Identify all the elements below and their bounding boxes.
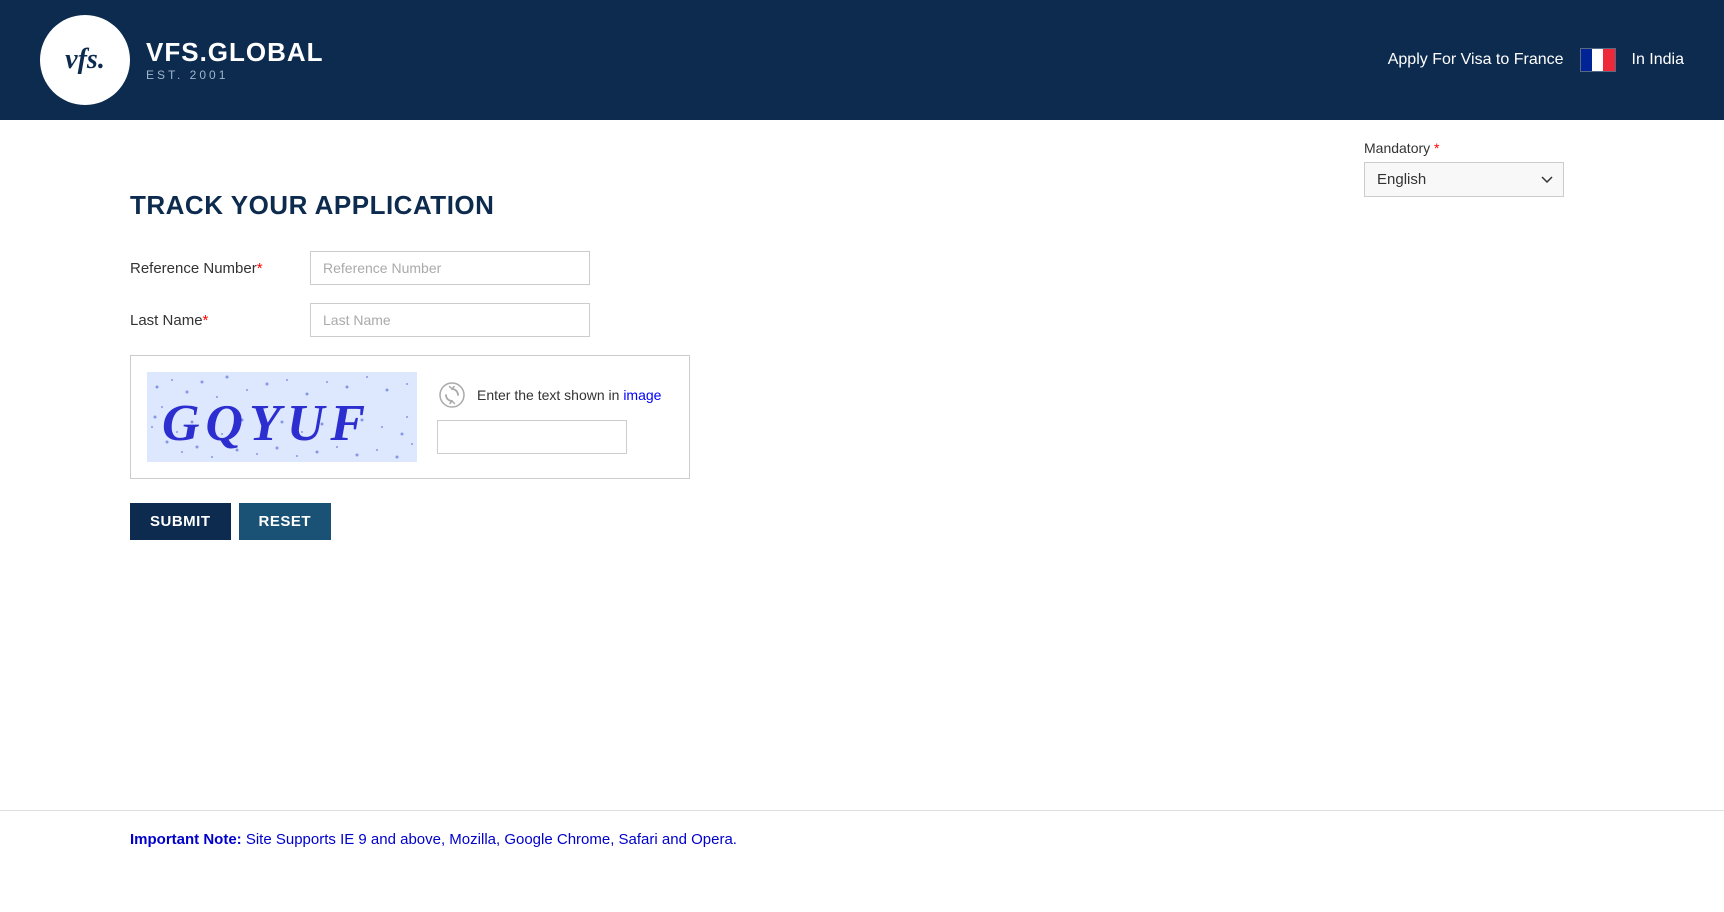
captcha-instruction-text: Enter the text shown in image xyxy=(477,387,661,403)
last-name-group: Last Name* xyxy=(130,303,1594,337)
apply-text: Apply For Visa to France xyxy=(1388,51,1564,69)
captcha-right: Enter the text shown in image xyxy=(437,380,661,454)
logo-circle: vfs. xyxy=(40,15,130,105)
submit-button[interactable]: SUBMIT xyxy=(130,503,231,540)
reference-required-marker: * xyxy=(257,260,263,277)
flag-white xyxy=(1592,49,1603,71)
header-right: Apply For Visa to France In India xyxy=(1388,48,1684,72)
captcha-image: GQYUF xyxy=(147,372,417,462)
mandatory-label: Mandatory * xyxy=(1364,140,1564,156)
reference-number-label-text: Reference Number xyxy=(130,260,257,277)
logo-area: vfs. VFS.GLOBAL EST. 2001 xyxy=(40,15,324,105)
last-name-label: Last Name* xyxy=(130,312,290,329)
footer-note: Important Note: Site Supports IE 9 and a… xyxy=(0,810,1724,868)
logo-vfs-text: vfs. xyxy=(65,46,105,74)
france-flag xyxy=(1580,48,1616,72)
main-content: Mandatory * English French Hindi TRACK Y… xyxy=(0,120,1724,912)
captcha-highlight: image xyxy=(623,387,661,403)
footer-note-bold: Important Note: xyxy=(130,831,242,848)
reset-button[interactable]: RESET xyxy=(239,503,332,540)
captcha-instruction-row: Enter the text shown in image xyxy=(437,380,661,410)
mandatory-text: Mandatory xyxy=(1364,140,1430,156)
reference-number-group: Reference Number* xyxy=(130,251,1594,285)
location-text: In India xyxy=(1632,51,1684,69)
captcha-input[interactable] xyxy=(437,420,627,454)
footer-note-text: Site Supports IE 9 and above, Mozilla, G… xyxy=(246,831,737,848)
mandatory-section: Mandatory * English French Hindi xyxy=(1364,140,1564,197)
reference-number-label: Reference Number* xyxy=(130,260,290,277)
form-section: TRACK YOUR APPLICATION Reference Number*… xyxy=(0,150,1724,610)
refresh-icon[interactable] xyxy=(437,380,467,410)
flag-red xyxy=(1603,49,1614,71)
language-select[interactable]: English French Hindi xyxy=(1364,162,1564,197)
logo-brand-area: VFS.GLOBAL EST. 2001 xyxy=(146,37,324,83)
site-header: vfs. VFS.GLOBAL EST. 2001 Apply For Visa… xyxy=(0,0,1724,120)
logo-established: EST. 2001 xyxy=(146,68,324,82)
captcha-container: GQYUF Enter th xyxy=(130,355,690,479)
flag-blue xyxy=(1581,49,1592,71)
mandatory-required-marker: * xyxy=(1434,140,1439,156)
svg-text:GQYUF: GQYUF xyxy=(162,395,371,452)
last-name-label-text: Last Name xyxy=(130,312,203,329)
logo-brand-name: VFS.GLOBAL xyxy=(146,37,324,68)
reference-number-input[interactable] xyxy=(310,251,590,285)
last-name-required-marker: * xyxy=(203,312,209,329)
last-name-input[interactable] xyxy=(310,303,590,337)
button-row: SUBMIT RESET xyxy=(130,503,1594,540)
